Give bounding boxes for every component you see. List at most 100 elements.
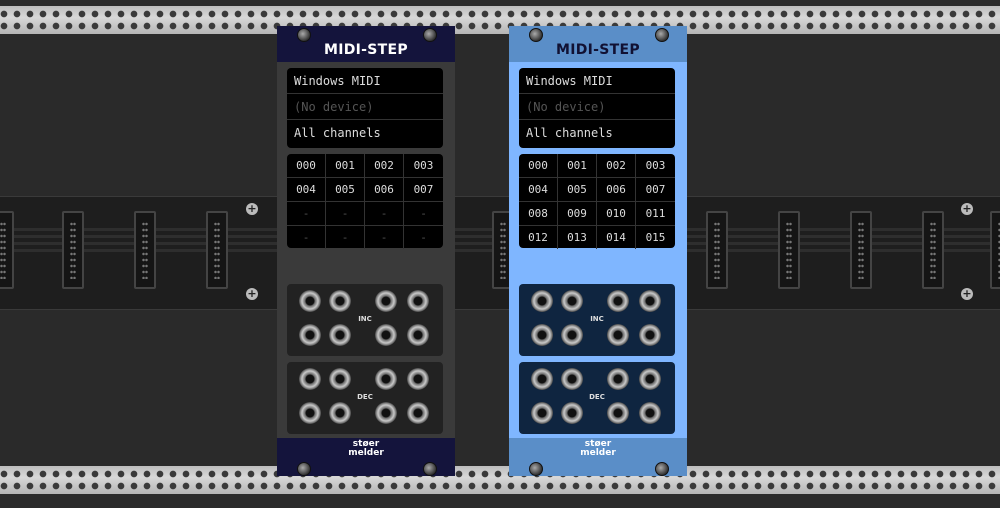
inc-output-jack[interactable]	[375, 324, 397, 346]
cc-cell[interactable]: -	[287, 202, 326, 226]
cc-cell[interactable]: 004	[519, 178, 558, 202]
inc-output-jack[interactable]	[639, 324, 661, 346]
cc-cell[interactable]: 008	[519, 202, 558, 226]
inc-output-jack[interactable]	[607, 324, 629, 346]
inc-label: INC	[358, 315, 372, 323]
dec-output-jack[interactable]	[639, 402, 661, 424]
cc-cell[interactable]: 007	[404, 178, 443, 202]
midi-channel-select[interactable]: All channels	[519, 120, 675, 146]
midi-settings-display: Windows MIDI (No device) All channels	[519, 68, 675, 148]
cc-cell[interactable]: 010	[597, 202, 636, 226]
cc-cell[interactable]: 009	[558, 202, 597, 226]
inc-output-jack[interactable]	[329, 290, 351, 312]
inc-output-jack[interactable]	[561, 290, 583, 312]
dec-output-jack[interactable]	[329, 368, 351, 390]
bus-connector	[706, 211, 728, 289]
top-rail	[0, 6, 1000, 34]
inc-output-jack[interactable]	[531, 324, 553, 346]
cc-cell[interactable]: -	[365, 226, 404, 249]
cc-cell[interactable]: 004	[287, 178, 326, 202]
cc-cell[interactable]: 001	[326, 154, 365, 178]
dec-jack-panel: DEC	[287, 362, 443, 434]
inc-output-jack[interactable]	[407, 324, 429, 346]
cc-cell[interactable]: -	[404, 226, 443, 249]
cc-cell[interactable]: 014	[597, 226, 636, 249]
cc-cell[interactable]: 006	[597, 178, 636, 202]
dec-output-jack[interactable]	[561, 402, 583, 424]
dec-output-jack[interactable]	[329, 402, 351, 424]
cc-cell[interactable]: 013	[558, 226, 597, 249]
inc-output-jack[interactable]	[299, 290, 321, 312]
inc-output-jack[interactable]	[531, 290, 553, 312]
bus-connector	[922, 211, 944, 289]
dec-output-jack[interactable]	[299, 368, 321, 390]
screw-icon	[529, 462, 543, 476]
dec-label: DEC	[357, 393, 373, 401]
cc-cell[interactable]: -	[326, 202, 365, 226]
cc-cell[interactable]: 015	[636, 226, 675, 249]
cc-cell[interactable]: 000	[287, 154, 326, 178]
dec-output-jack[interactable]	[531, 402, 553, 424]
inc-output-jack[interactable]	[407, 290, 429, 312]
add-plus-icon[interactable]: +	[961, 203, 973, 215]
inc-output-jack[interactable]	[375, 290, 397, 312]
bus-connector	[134, 211, 156, 289]
midi-step-module[interactable]: MIDI-STEP Windows MIDI (No device) All c…	[509, 26, 687, 476]
cc-cell[interactable]: 001	[558, 154, 597, 178]
inc-output-jack[interactable]	[299, 324, 321, 346]
cc-cell[interactable]: 005	[558, 178, 597, 202]
dec-output-jack[interactable]	[639, 368, 661, 390]
bus-connector	[850, 211, 872, 289]
add-plus-icon[interactable]: +	[246, 203, 258, 215]
cc-cell[interactable]: -	[404, 202, 443, 226]
dec-output-jack[interactable]	[561, 368, 583, 390]
dec-output-jack[interactable]	[299, 402, 321, 424]
add-plus-icon[interactable]: +	[246, 288, 258, 300]
dec-output-jack[interactable]	[607, 402, 629, 424]
screw-icon	[423, 462, 437, 476]
module-title: MIDI-STEP	[324, 42, 408, 58]
cc-cell[interactable]: -	[326, 226, 365, 249]
dec-output-jack[interactable]	[375, 402, 397, 424]
dec-output-jack[interactable]	[375, 368, 397, 390]
dec-output-jack[interactable]	[531, 368, 553, 390]
dec-output-jack[interactable]	[407, 402, 429, 424]
midi-step-module[interactable]: MIDI-STEP Windows MIDI (No device) All c…	[277, 26, 455, 476]
cc-cell[interactable]: 000	[519, 154, 558, 178]
dec-output-jack[interactable]	[407, 368, 429, 390]
inc-output-jack[interactable]	[561, 324, 583, 346]
bottom-rail	[0, 466, 1000, 494]
module-title: MIDI-STEP	[556, 42, 640, 58]
midi-driver-select[interactable]: Windows MIDI	[287, 68, 443, 94]
dec-jack-panel: DEC	[519, 362, 675, 434]
bus-connector	[990, 211, 1000, 289]
cc-cell[interactable]: 007	[636, 178, 675, 202]
cc-mapping-grid: 000 001 002 003 004 005 006 007 - - - - …	[287, 154, 443, 249]
cc-cell[interactable]: 002	[365, 154, 404, 178]
cc-cell[interactable]: 003	[636, 154, 675, 178]
inc-output-jack[interactable]	[329, 324, 351, 346]
midi-channel-select[interactable]: All channels	[287, 120, 443, 146]
cc-cell[interactable]: -	[365, 202, 404, 226]
inc-output-jack[interactable]	[607, 290, 629, 312]
cc-cell[interactable]: 011	[636, 202, 675, 226]
inc-jack-panel: INC	[519, 284, 675, 356]
midi-driver-select[interactable]: Windows MIDI	[519, 68, 675, 94]
cc-cell[interactable]: -	[287, 226, 326, 249]
cc-cell[interactable]: 006	[365, 178, 404, 202]
bus-connector	[206, 211, 228, 289]
bus-connector	[0, 211, 14, 289]
midi-device-select[interactable]: (No device)	[287, 94, 443, 120]
dec-output-jack[interactable]	[607, 368, 629, 390]
midi-device-select[interactable]: (No device)	[519, 94, 675, 120]
cc-cell[interactable]: 003	[404, 154, 443, 178]
cc-cell[interactable]: 002	[597, 154, 636, 178]
dec-label: DEC	[589, 393, 605, 401]
add-plus-icon[interactable]: +	[961, 288, 973, 300]
cc-cell[interactable]: 005	[326, 178, 365, 202]
inc-output-jack[interactable]	[639, 290, 661, 312]
cc-mapping-grid: 000 001 002 003 004 005 006 007 008 009 …	[519, 154, 675, 249]
cc-cell[interactable]: 012	[519, 226, 558, 249]
midi-settings-display: Windows MIDI (No device) All channels	[287, 68, 443, 148]
inc-label: INC	[590, 315, 604, 323]
